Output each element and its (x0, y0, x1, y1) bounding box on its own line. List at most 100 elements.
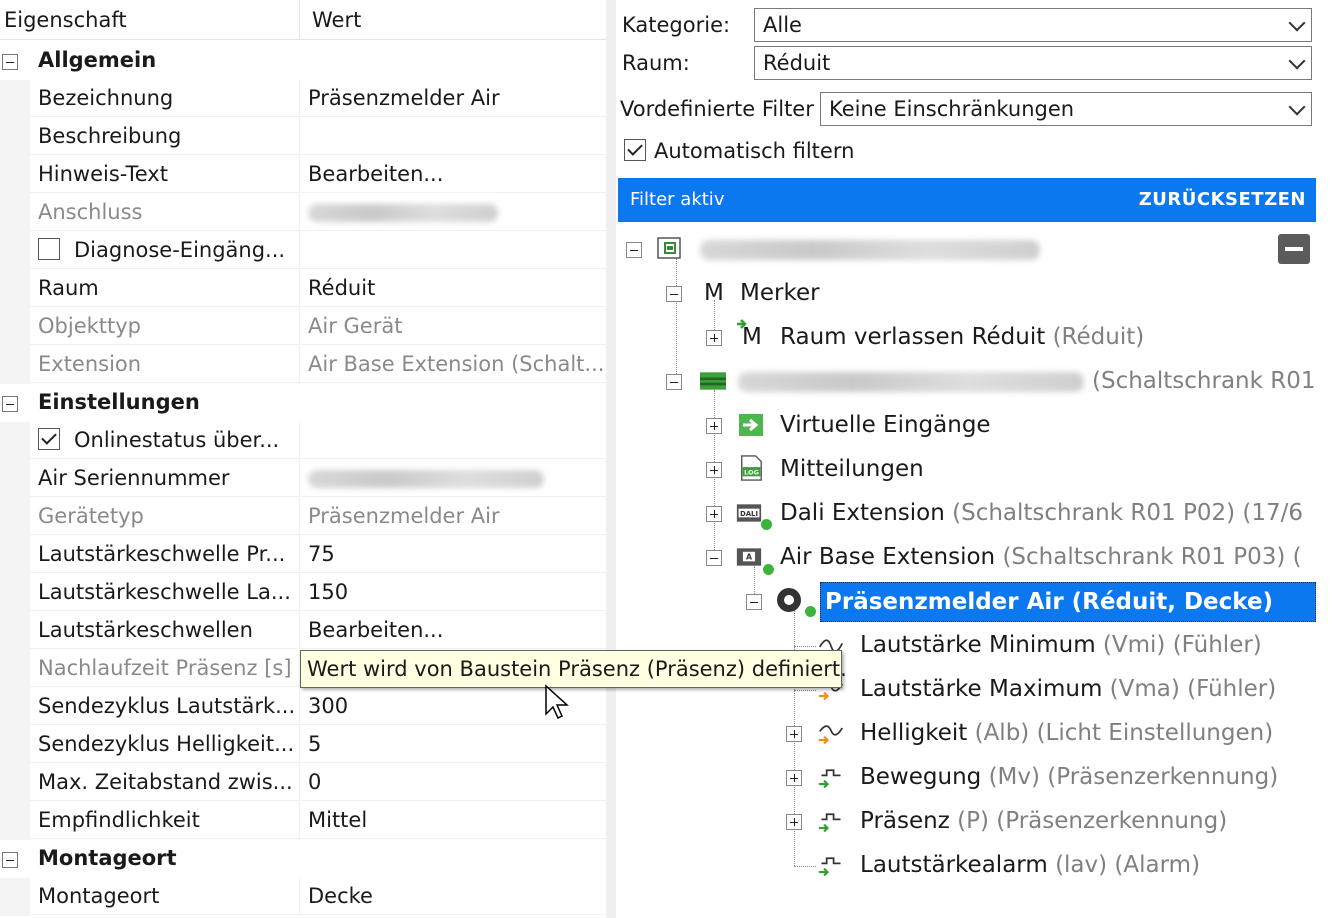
splitter[interactable] (606, 0, 616, 918)
online-status-icon (804, 605, 817, 618)
apartment-icon (657, 237, 681, 259)
value-seriennummer-blurred[interactable] (300, 460, 606, 497)
svg-text:A: A (746, 553, 752, 562)
property-row-raum[interactable]: Raum Réduit (0, 270, 606, 308)
property-row-onlinestatus[interactable]: Onlinestatus über... (0, 422, 606, 460)
tree-node-praesenzmelder-air[interactable]: Präsenzmelder Air (Réduit, Decke) (820, 582, 1316, 622)
raum-select[interactable]: Réduit (754, 46, 1312, 80)
property-row-seriennummer[interactable]: Air Seriennummer (0, 460, 606, 498)
property-row-bezeichnung[interactable]: Bezeichnung Präsenzmelder Air (0, 80, 606, 118)
tree-node-air-base-extension[interactable]: Air Base Extension (Schaltschrank R01 P0… (780, 539, 1302, 575)
property-row-montageort[interactable]: Montageort Decke (0, 878, 606, 916)
tree-collapse-airbase[interactable] (706, 550, 722, 566)
tree-node-bewegung[interactable]: Bewegung (Mv) (Präsenzerkennung) (860, 759, 1278, 795)
category-allgemein[interactable]: Allgemein (0, 42, 606, 80)
tree-expand-mitteilungen[interactable] (706, 462, 722, 478)
value-montageort[interactable]: Decke (300, 878, 606, 915)
kategorie-select[interactable]: Alle (754, 8, 1312, 42)
property-row-sendezyklus-lautstaerke[interactable]: Sendezyklus Lautstärk... 300 (0, 688, 606, 726)
value-max-zeitabstand[interactable]: 0 (300, 764, 606, 801)
property-row-hinweis-text[interactable]: Hinweis-Text Bearbeiten... (0, 156, 606, 194)
category-einstellungen[interactable]: Einstellungen (0, 384, 606, 422)
vordefinierte-filter-select[interactable]: Keine Einschränkungen (820, 92, 1312, 126)
value-lautstaerkeschwelle-la[interactable]: 150 (300, 574, 606, 611)
value-empfindlichkeit[interactable]: Mittel (300, 802, 606, 839)
property-row-objekttyp[interactable]: Objekttyp Air Gerät (0, 308, 606, 346)
air-base-extension-icon: A (736, 548, 762, 566)
tree-expand-virtuelle[interactable] (706, 418, 722, 434)
value-raum[interactable]: Réduit (300, 270, 606, 307)
value-hinweis-text[interactable]: Bearbeiten... (300, 156, 606, 193)
tree-collapse-merker[interactable] (666, 286, 682, 302)
tooltip: Wert wird von Baustein Präsenz (Präsenz)… (300, 650, 847, 688)
collapse-all-button[interactable] (1278, 234, 1310, 264)
tree-collapse-praesenzmelder[interactable] (746, 594, 762, 610)
tree-node-raum-verlassen[interactable]: Raum verlassen Réduit (Réduit) (780, 319, 1144, 355)
kategorie-label: Kategorie: (622, 13, 731, 37)
tree-node-dali-extension[interactable]: Dali Extension (Schaltschrank R01 P02) (… (780, 495, 1303, 531)
online-status-icon (762, 563, 775, 576)
chevron-down-icon (1288, 52, 1306, 70)
collapse-icon[interactable] (2, 852, 18, 868)
property-row-lautstaerkeschwelle-la[interactable]: Lautstärkeschwelle La... 150 (0, 574, 606, 612)
value-bezeichnung[interactable]: Präsenzmelder Air (300, 80, 606, 117)
diagnose-checkbox[interactable] (38, 238, 60, 260)
automatisch-filtern-checkbox[interactable]: Automatisch filtern (624, 138, 854, 164)
tree-panel: Kategorie: Alle Raum: Réduit Vordefinier… (616, 0, 1332, 918)
tree-node-praesenz[interactable]: Präsenz (P) (Präsenzerkennung) (860, 803, 1227, 839)
arrow-in-icon (737, 319, 747, 329)
property-row-empfindlichkeit[interactable]: Empfindlichkeit Mittel (0, 802, 606, 840)
value-lautstaerkeschwellen[interactable]: Bearbeiten... (300, 612, 606, 649)
property-row-sendezyklus-helligkeit[interactable]: Sendezyklus Helligkeit... 5 (0, 726, 606, 764)
property-row-beschreibung[interactable]: Beschreibung (0, 118, 606, 156)
log-icon: LOG (741, 455, 762, 481)
tree-expand-helligkeit[interactable] (786, 726, 802, 742)
value-geraetetyp: Präsenzmelder Air (300, 498, 606, 535)
tree-node-lautstaerke-maximum[interactable]: Lautstärke Maximum (Vma) (Fühler) (860, 671, 1276, 707)
chevron-down-icon (1288, 14, 1306, 32)
tree-collapse-schaltschrank[interactable] (666, 374, 682, 390)
value-sendezyklus-helligkeit[interactable]: 5 (300, 726, 606, 763)
tree-node-lautstaerkealarm[interactable]: Lautstärkealarm (lav) (Alarm) (860, 847, 1200, 883)
tree-node-lautstaerke-minimum[interactable]: Lautstärke Minimum (Vmi) (Fühler) (860, 627, 1262, 663)
property-row-diagnose[interactable]: Diagnose-Eingäng... (0, 232, 606, 270)
value-objekttyp: Air Gerät (300, 308, 606, 345)
tree-expand-dali[interactable] (706, 506, 722, 522)
digital-signal-icon (818, 769, 841, 789)
tree-node-merker[interactable]: Merker (740, 275, 820, 311)
column-header-value[interactable]: Wert (300, 0, 606, 40)
online-status-icon (760, 518, 773, 531)
property-row-max-zeitabstand[interactable]: Max. Zeitabstand zwis... 0 (0, 764, 606, 802)
tree-expand-praesenz[interactable] (786, 814, 802, 830)
collapse-icon[interactable] (2, 54, 18, 70)
dali-extension-icon: DALI (736, 504, 762, 522)
root-name-blurred (700, 240, 1040, 260)
tree-node-schaltschrank[interactable]: (Schaltschrank R01 (1092, 363, 1316, 399)
category-montageort[interactable]: Montageort (0, 840, 606, 878)
checkmark-icon[interactable] (624, 139, 646, 161)
digital-signal-icon (818, 813, 841, 833)
tree-node-virtuelle-eingaenge[interactable]: Virtuelle Eingänge (780, 407, 991, 443)
mouse-cursor-icon (545, 684, 569, 720)
onlinestatus-checkbox[interactable] (38, 428, 60, 450)
value-beschreibung[interactable] (300, 118, 606, 155)
property-row-extension[interactable]: Extension Air Base Extension (Schalt... (0, 346, 606, 384)
tree-node-helligkeit[interactable]: Helligkeit (Alb) (Licht Einstellungen) (860, 715, 1273, 751)
column-header-property[interactable]: Eigenschaft (0, 0, 300, 40)
property-row-geraetetyp[interactable]: Gerätetyp Präsenzmelder Air (0, 498, 606, 536)
value-extension: Air Base Extension (Schalt... (300, 346, 606, 383)
tree-node-mitteilungen[interactable]: Mitteilungen (780, 451, 924, 487)
value-lautstaerkeschwelle-pr[interactable]: 75 (300, 536, 606, 573)
digital-signal-icon (818, 857, 841, 877)
tree-expand-bewegung[interactable] (786, 770, 802, 786)
tree-expand-raum-verlassen[interactable] (706, 330, 722, 346)
presence-sensor-icon (777, 588, 801, 612)
property-row-lautstaerkeschwellen[interactable]: Lautstärkeschwellen Bearbeiten... (0, 612, 606, 650)
tree-collapse-root[interactable] (626, 242, 642, 258)
reset-button[interactable]: ZURÜCKSETZEN (1139, 178, 1306, 222)
collapse-icon[interactable] (2, 396, 18, 412)
chevron-down-icon (1288, 98, 1306, 116)
property-row-lautstaerkeschwelle-pr[interactable]: Lautstärkeschwelle Pr... 75 (0, 536, 606, 574)
property-row-anschluss[interactable]: Anschluss (0, 194, 606, 232)
brightness-wave-icon (818, 725, 844, 745)
